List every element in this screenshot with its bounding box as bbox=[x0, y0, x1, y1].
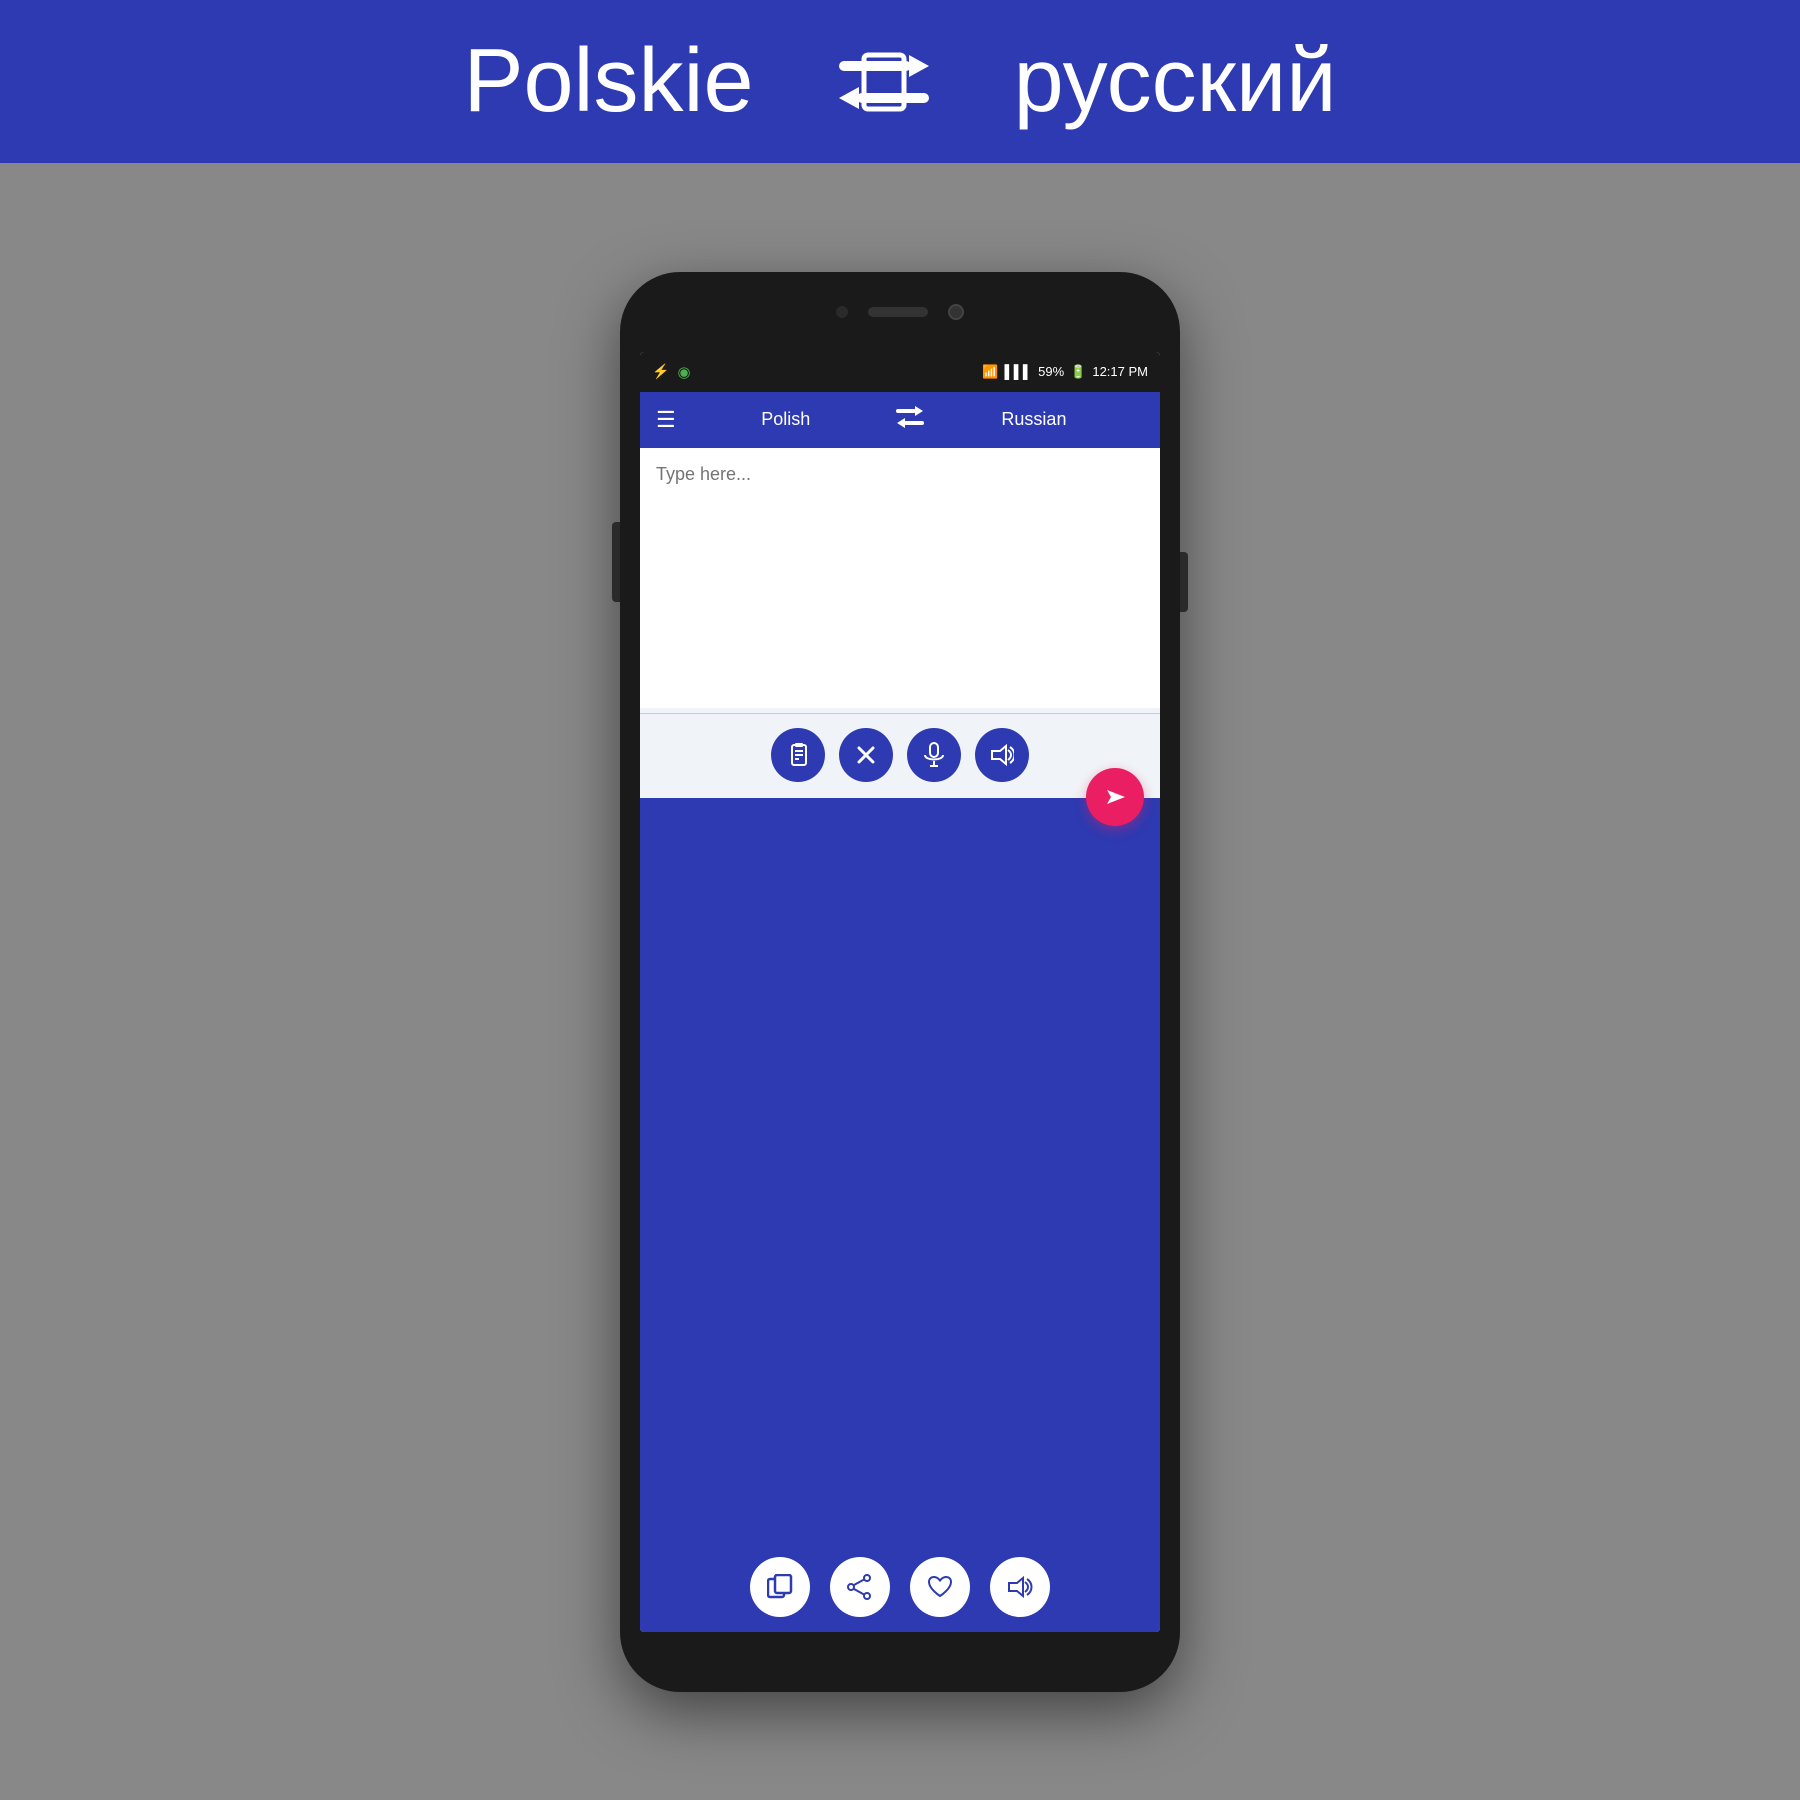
status-bar: ⚡ ◉ 📶 ▌▌▌ 59% 🔋 12:17 PM bbox=[640, 352, 1160, 392]
speaker-output-button[interactable] bbox=[990, 1557, 1050, 1617]
bottom-nav bbox=[640, 1542, 1160, 1632]
toolbar-target-lang[interactable]: Russian bbox=[924, 409, 1144, 430]
hamburger-menu-icon[interactable]: ☰ bbox=[656, 407, 676, 433]
power-button bbox=[1180, 552, 1188, 612]
clipboard-button[interactable] bbox=[771, 728, 825, 782]
app-toolbar: ☰ Polish Russian bbox=[640, 392, 1160, 448]
wifi-icon: 📶 bbox=[982, 364, 998, 380]
phone-top bbox=[620, 272, 1180, 352]
phone-bottom bbox=[620, 1632, 1180, 1692]
main-area: ⚡ ◉ 📶 ▌▌▌ 59% 🔋 12:17 PM ☰ Polish bbox=[0, 163, 1800, 1800]
battery-percent: 59% bbox=[1038, 364, 1064, 379]
front-sensor bbox=[836, 306, 848, 318]
phone-device: ⚡ ◉ 📶 ▌▌▌ 59% 🔋 12:17 PM ☰ Polish bbox=[620, 272, 1180, 1692]
input-action-buttons bbox=[640, 714, 1160, 798]
status-right-area: 📶 ▌▌▌ 59% 🔋 12:17 PM bbox=[982, 364, 1148, 380]
clear-button[interactable] bbox=[839, 728, 893, 782]
usb-icon: ⚡ bbox=[652, 363, 669, 380]
earpiece bbox=[868, 307, 928, 317]
text-input[interactable] bbox=[640, 448, 1160, 708]
top-banner: Polskie русский bbox=[0, 0, 1800, 163]
microphone-button[interactable] bbox=[907, 728, 961, 782]
favorite-button[interactable] bbox=[910, 1557, 970, 1617]
status-left-icons: ⚡ ◉ bbox=[652, 363, 691, 381]
battery-icon: 🔋 bbox=[1070, 364, 1086, 380]
banner-lang-right: русский bbox=[1014, 30, 1337, 133]
banner-swap-icon bbox=[834, 42, 934, 122]
front-camera bbox=[948, 304, 964, 320]
share-button[interactable] bbox=[830, 1557, 890, 1617]
send-translate-button[interactable] bbox=[1086, 768, 1144, 826]
speaker-input-button[interactable] bbox=[975, 728, 1029, 782]
output-area bbox=[640, 798, 1160, 1542]
phone-screen: ⚡ ◉ 📶 ▌▌▌ 59% 🔋 12:17 PM ☰ Polish bbox=[640, 352, 1160, 1632]
app-notification-icon: ◉ bbox=[677, 363, 690, 381]
status-time: 12:17 PM bbox=[1092, 364, 1148, 379]
banner-lang-left: Polskie bbox=[463, 30, 753, 133]
input-area bbox=[640, 448, 1160, 798]
signal-icon: ▌▌▌ bbox=[1004, 364, 1032, 379]
toolbar-source-lang[interactable]: Polish bbox=[676, 409, 896, 430]
volume-button bbox=[612, 522, 620, 602]
toolbar-swap-icon[interactable] bbox=[896, 406, 924, 434]
copy-output-button[interactable] bbox=[750, 1557, 810, 1617]
